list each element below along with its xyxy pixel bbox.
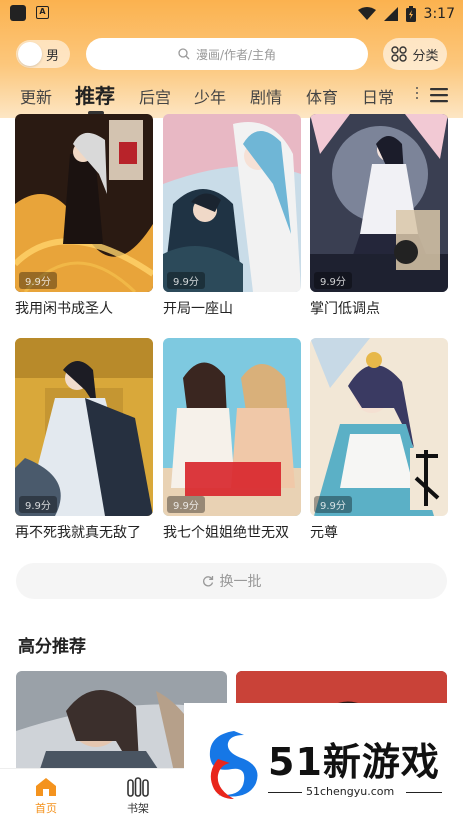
- tab-recommend[interactable]: 推荐: [75, 80, 115, 109]
- nav-bookshelf-label: 书架: [127, 802, 149, 815]
- comic-cover: 9.9分: [15, 114, 153, 292]
- bookshelf-icon: [127, 777, 149, 797]
- tab-youth[interactable]: 少年: [194, 84, 226, 108]
- comic-title: 再不死我就真无敌了: [15, 525, 141, 541]
- tab-update[interactable]: 更新: [20, 84, 52, 108]
- cover-illustration: [163, 338, 301, 516]
- watermark-url: 51chengyu.com: [306, 785, 395, 798]
- cover-illustration: [310, 114, 448, 292]
- tab-overflow-icon: [416, 87, 418, 99]
- comic-title: 开局一座山: [163, 301, 233, 317]
- tab-sports[interactable]: 体育: [306, 84, 338, 108]
- app-screen: A 3:17 男 漫画/作者/主角 分类 更新 推荐 后宫 少年 剧情 体育 日…: [0, 0, 463, 824]
- tab-daily[interactable]: 日常: [362, 84, 394, 108]
- cover-illustration: [310, 338, 448, 516]
- status-icons: 3:17: [357, 4, 455, 24]
- comic-title: 掌门低调点: [310, 301, 380, 317]
- score-badge: 9.9分: [314, 496, 352, 513]
- home-icon: [36, 778, 56, 796]
- tab-harem[interactable]: 后宫: [139, 84, 171, 108]
- refresh-label: 换一批: [219, 574, 262, 590]
- section-title: 高分推荐: [18, 637, 86, 657]
- comic-title: 元尊: [310, 525, 338, 541]
- refresh-batch-button[interactable]: 换一批: [16, 563, 447, 599]
- cover-illustration: [163, 114, 301, 292]
- comic-cover: 9.9分: [310, 338, 448, 516]
- status-bar: A 3:17: [0, 0, 463, 28]
- toggle-knob: [18, 42, 42, 66]
- score-badge: 9.9分: [314, 272, 352, 289]
- a-notification-icon: A: [36, 6, 49, 19]
- watermark-rule-left: [268, 792, 302, 793]
- gender-toggle[interactable]: 男: [16, 40, 70, 68]
- search-placeholder: 漫画/作者/主角: [195, 47, 277, 62]
- watermark-rule-right: [406, 792, 442, 793]
- nav-home-label: 首页: [35, 802, 57, 815]
- cover-illustration: [15, 114, 153, 292]
- nav-home[interactable]: 首页: [16, 777, 76, 816]
- search-bar[interactable]: 漫画/作者/主角: [86, 38, 368, 70]
- comic-cover: 9.9分: [163, 114, 301, 292]
- search-icon: [178, 48, 190, 60]
- battery-icon: [405, 6, 416, 22]
- comic-card[interactable]: 9.9分 掌门低调点: [310, 114, 448, 318]
- comic-cover: 9.9分: [163, 338, 301, 516]
- score-badge: 9.9分: [167, 496, 205, 513]
- watermark-text: 51新游戏: [268, 740, 440, 784]
- cover-illustration: [15, 338, 153, 516]
- comic-card[interactable]: 9.9分 我用闲书成圣人: [15, 114, 153, 318]
- wifi-icon: [357, 7, 376, 20]
- signal-icon: [383, 7, 398, 21]
- comic-title: 我七个姐姐绝世无双: [163, 525, 289, 541]
- category-grid-icon: [391, 46, 408, 62]
- nav-bookshelf[interactable]: 书架: [108, 777, 168, 816]
- comic-cover: 9.9分: [15, 338, 153, 516]
- comic-card[interactable]: 9.9分 我七个姐姐绝世无双: [163, 338, 301, 542]
- comic-card[interactable]: 9.9分 开局一座山: [163, 114, 301, 318]
- comic-card[interactable]: 9.9分 元尊: [310, 338, 448, 542]
- tab-drama[interactable]: 剧情: [250, 84, 282, 108]
- gender-label: 男: [46, 49, 60, 64]
- category-tabs: 更新 推荐 后宫 少年 剧情 体育 日常: [0, 78, 463, 118]
- comic-card[interactable]: 9.9分 再不死我就真无敌了: [15, 338, 153, 542]
- score-badge: 9.9分: [19, 496, 57, 513]
- category-label: 分类: [412, 48, 439, 64]
- comic-title: 我用闲书成圣人: [15, 301, 113, 317]
- header: A 3:17 男 漫画/作者/主角 分类 更新 推荐 后宫 少年 剧情 体育 日…: [0, 0, 463, 118]
- menu-icon[interactable]: [430, 87, 448, 103]
- score-badge: 9.9分: [19, 272, 57, 289]
- category-button[interactable]: 分类: [383, 38, 447, 70]
- watermark: 51新游戏 51chengyu.com: [184, 703, 463, 824]
- watermark-logo: [209, 731, 258, 799]
- score-badge: 9.9分: [167, 272, 205, 289]
- refresh-icon: [202, 576, 213, 587]
- status-time: 3:17: [423, 6, 455, 22]
- app-square-icon: [10, 5, 26, 21]
- comic-cover: 9.9分: [310, 114, 448, 292]
